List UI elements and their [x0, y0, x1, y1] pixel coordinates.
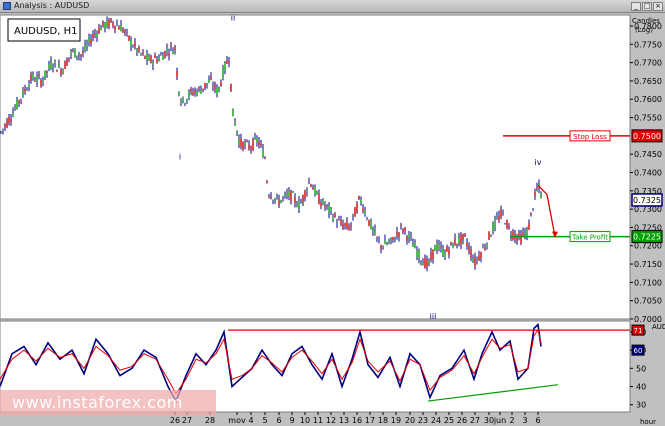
window-title: Analysis : AUDUSD [14, 1, 90, 10]
osc-tick-label: 50 [636, 364, 646, 373]
price-tick-label: 0.7550 [634, 114, 662, 123]
time-tick-label: 23 [418, 416, 428, 425]
chart-window-icon [3, 2, 11, 10]
time-tick-label: 11 [313, 416, 323, 425]
chart-type-label: Candles [632, 17, 660, 25]
level-price-label: 0.7225 [633, 233, 661, 242]
time-tick-label: 30 [484, 416, 494, 425]
time-tick-label: 12 [326, 416, 336, 425]
close-button[interactable]: × [653, 2, 663, 11]
time-tick-label: 26 [457, 416, 467, 425]
price-tick-label: 0.7200 [634, 242, 662, 251]
time-tick-label: 25 [444, 416, 454, 425]
time-tick-label: 4 [248, 416, 253, 425]
time-tick-label: 27 [470, 416, 480, 425]
window-titlebar: Analysis : AUDUSD _ □ × [0, 0, 665, 13]
time-tick-label: 26 [170, 416, 180, 425]
level-tag-label: Take Profit [571, 234, 608, 242]
time-tick-label: 6 [535, 416, 540, 425]
level-price-label: 0.7500 [633, 132, 661, 141]
time-tick-label: 3 [522, 416, 527, 425]
osc-tick-label: 40 [636, 383, 646, 392]
time-tick-label: 17 [365, 416, 375, 425]
scale-type-label: (Log) [635, 26, 653, 34]
price-tick-label: 0.7100 [634, 278, 662, 287]
wave-label: iv [535, 158, 542, 167]
wave-label: i [179, 153, 181, 162]
last-price-label: 0.7325 [633, 196, 661, 205]
level-tag-label: Stop Loss [573, 133, 607, 141]
price-tick-label: 0.7150 [634, 260, 662, 269]
wave-label: iii [430, 312, 437, 321]
time-tick-label: jun [493, 416, 506, 425]
time-tick-label: 9 [289, 416, 294, 425]
osc-panel-label: AUD [652, 323, 665, 331]
osc-level-label: 71 [634, 327, 643, 335]
time-tick-label: 19 [391, 416, 401, 425]
time-tick-label: 24 [431, 416, 441, 425]
osc-value-label: 60 [634, 347, 643, 355]
time-tick-label: 5 [262, 416, 267, 425]
watermark-text: www.instaforex.com [12, 393, 183, 412]
price-tick-label: 0.7650 [634, 77, 662, 86]
minimize-button[interactable]: _ [631, 2, 641, 11]
time-tick-label: 10 [300, 416, 310, 425]
time-tick-label: 6 [276, 416, 281, 425]
wave-label: ii [231, 13, 235, 22]
watermark-banner: www.instaforex.com [0, 390, 216, 416]
chart-area[interactable]: 0.78000.77500.77000.76500.76000.75500.74… [0, 13, 665, 426]
price-tick-label: 0.7600 [634, 95, 662, 104]
time-tick-label: 16 [352, 416, 362, 425]
osc-tick-label: 30 [636, 401, 646, 410]
time-axis-unit: hour [640, 418, 656, 426]
price-tick-label: 0.7700 [634, 59, 662, 68]
time-tick-label: 18 [378, 416, 388, 425]
time-tick-label: 2 [509, 416, 514, 425]
time-tick-label: 20 [405, 416, 415, 425]
time-tick-label: 27 [182, 416, 192, 425]
time-tick-label: 28 [205, 416, 215, 425]
price-tick-label: 0.7400 [634, 168, 662, 177]
price-tick-label: 0.7050 [634, 297, 662, 306]
symbol-label: AUDUSD, H1 [14, 26, 77, 37]
maximize-button[interactable]: □ [642, 2, 652, 11]
price-tick-label: 0.7450 [634, 150, 662, 159]
time-tick-label: mov [228, 416, 246, 425]
price-tick-label: 0.7750 [634, 40, 662, 49]
time-tick-label: 13 [339, 416, 349, 425]
